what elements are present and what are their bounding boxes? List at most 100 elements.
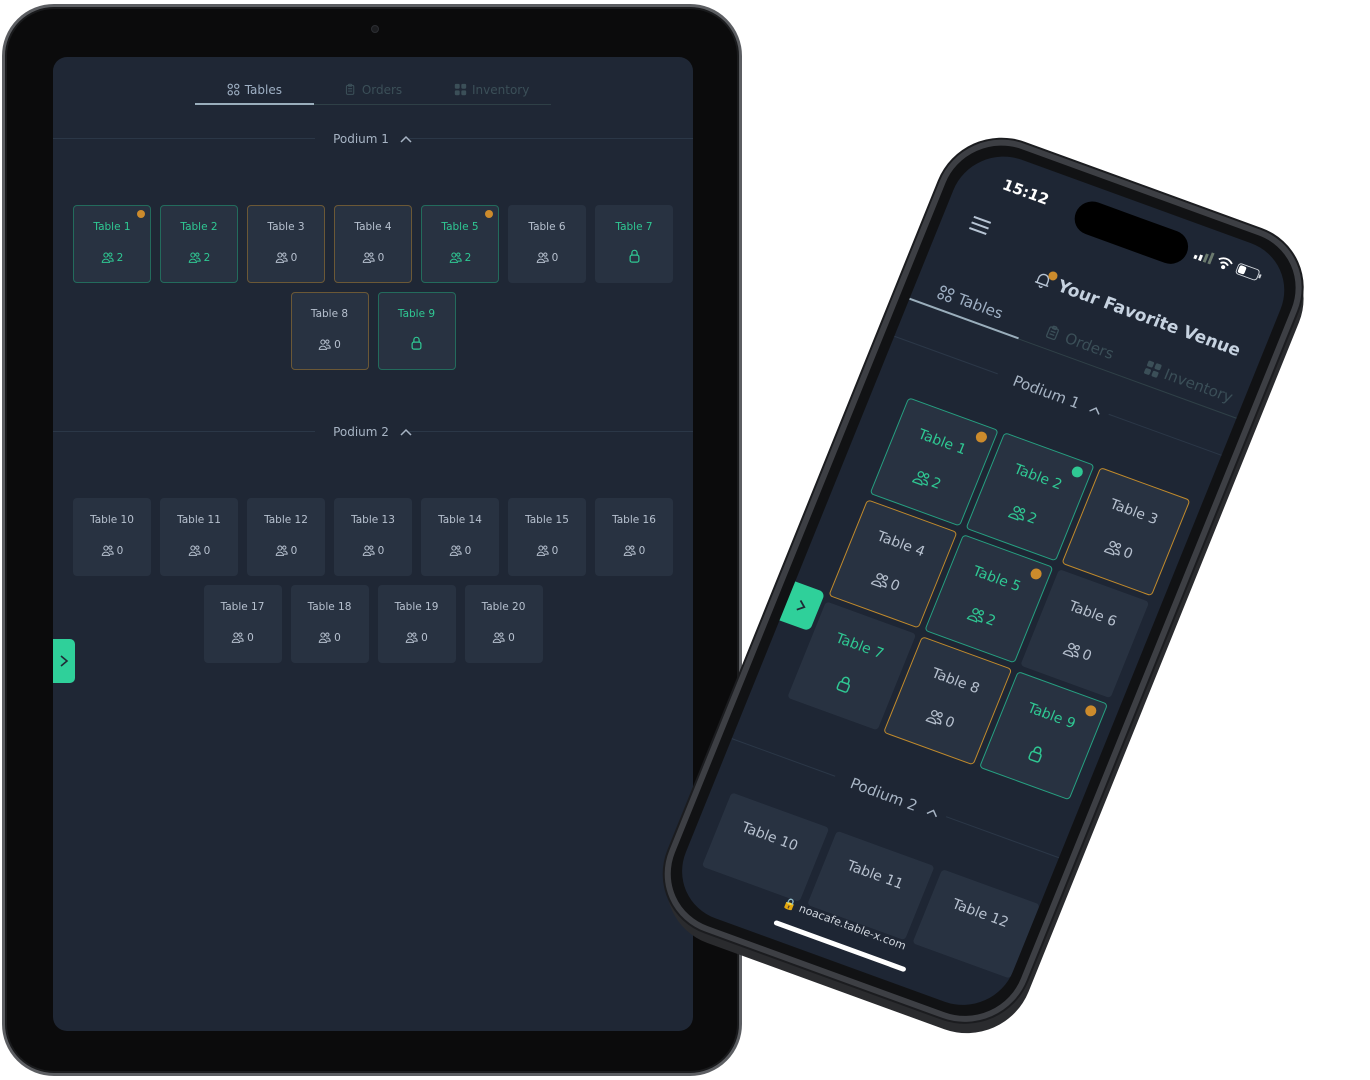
guest-count: 0 — [869, 569, 903, 595]
table-name: Table 11 — [844, 857, 906, 893]
guests-icon — [362, 545, 375, 556]
status-time: 15:12 — [999, 175, 1052, 209]
lock-icon — [629, 249, 639, 263]
notifications-button[interactable] — [1030, 268, 1059, 293]
table-card[interactable]: Table 18 0 — [290, 585, 369, 663]
table-card[interactable]: Table 2 2 — [160, 205, 238, 283]
guest-count-value: 2 — [983, 611, 999, 630]
tab-tables[interactable]: Tables — [195, 75, 314, 105]
chevron-up-icon[interactable] — [923, 803, 941, 821]
podium-label: Podium 1 — [333, 132, 389, 146]
guests-icon — [1007, 505, 1025, 521]
table-name: Table 11 — [177, 514, 221, 526]
signal-icon — [1193, 252, 1215, 265]
table-name: Table 4 — [874, 528, 928, 561]
table-card[interactable]: Table 1 2 — [73, 205, 151, 283]
guest-count-value: 2 — [116, 251, 124, 264]
table-card[interactable]: Table 11 0 — [160, 498, 238, 576]
guest-count-value: 0 — [377, 544, 385, 557]
table-card[interactable]: Table 8 0 — [290, 292, 369, 370]
chevron-up-icon[interactable] — [399, 132, 413, 146]
table-card[interactable]: Table 5 2 — [421, 205, 499, 283]
guest-count-value: 0 — [464, 544, 472, 557]
guest-count: 2 — [101, 251, 124, 264]
table-card[interactable]: Table 13 0 — [334, 498, 412, 576]
table-name: Table 5 — [970, 563, 1024, 596]
guests-icon — [405, 632, 418, 643]
tab-inventory[interactable]: Inventory — [432, 75, 551, 104]
guests-icon — [1062, 642, 1080, 658]
tab-bar: Tables Orders Inventory — [195, 75, 551, 105]
tab-label: Tables — [244, 82, 282, 97]
podium-2-row-2: Table 17 0 Table 18 0 Table 19 0 Table 20 0 — [53, 585, 693, 663]
guests-icon — [536, 545, 549, 556]
guest-count: 0 — [188, 544, 211, 557]
table-name: Table 6 — [528, 221, 566, 233]
table-card[interactable]: Table 17 0 — [203, 585, 282, 663]
table-name: Table 9 — [1025, 700, 1078, 733]
guest-count-value: 0 — [887, 576, 903, 595]
guest-count: 2 — [188, 251, 211, 264]
table-card[interactable]: Table 19 0 — [377, 585, 456, 663]
divider — [53, 138, 315, 139]
tables-grid-icon — [227, 83, 240, 96]
guests-icon — [231, 632, 244, 643]
inventory-grid-icon — [454, 83, 467, 96]
table-card[interactable]: Table 3 0 — [247, 205, 325, 283]
tab-orders[interactable]: Orders — [314, 75, 433, 104]
table-card[interactable]: Table 12 0 — [247, 498, 325, 576]
guest-count-value: 0 — [508, 631, 515, 644]
status-icons — [1193, 247, 1263, 282]
podium-2-row-1: Table 10 0 Table 11 0 Table 12 0 Table 13 0 Tabl… — [53, 498, 693, 576]
chevron-up-icon[interactable] — [399, 425, 413, 439]
guests-icon — [275, 252, 288, 263]
table-name: Table 18 — [307, 601, 352, 613]
table-name: Table 3 — [1107, 496, 1161, 529]
guest-count-value: 2 — [203, 251, 211, 264]
guests-icon — [623, 545, 636, 556]
guest-count-value: 0 — [203, 544, 211, 557]
table-card[interactable]: Table 9 — [377, 292, 456, 370]
divider — [1108, 413, 1222, 456]
guest-count: 0 — [318, 631, 341, 644]
sidebar-expand-button[interactable] — [53, 639, 75, 683]
table-card[interactable]: Table 14 0 — [421, 498, 499, 576]
podium-2-header: Podium 2 — [53, 422, 693, 442]
guest-count: 2 — [910, 467, 944, 493]
guests-icon — [449, 252, 462, 263]
table-name: Table 1 — [93, 221, 131, 233]
table-name: Table 15 — [525, 514, 569, 526]
table-card[interactable]: Table 6 0 — [508, 205, 586, 283]
table-name: Table 10 — [739, 819, 801, 855]
clipboard-icon — [345, 83, 355, 95]
tab-label: Inventory — [472, 82, 530, 97]
table-name: Table 1 — [915, 426, 969, 459]
table-card[interactable]: Table 15 0 — [508, 498, 586, 576]
phone-podium-1-grid: Table 1 2 Table 2 2 Table 3 0 Table 4 0 Table 5 2… — [787, 397, 1191, 801]
table-name: Table 2 — [180, 221, 218, 233]
table-name: Table 6 — [1066, 598, 1119, 631]
tab-tables[interactable]: Tables — [909, 266, 1031, 338]
table-name: Table 7 — [833, 630, 886, 663]
guest-count: 0 — [924, 706, 958, 732]
table-card[interactable]: Table 7 — [595, 205, 673, 283]
table-card[interactable]: Table 10 0 — [73, 498, 151, 576]
guest-count-value: 0 — [290, 544, 298, 557]
chevron-up-icon[interactable] — [1086, 401, 1104, 419]
table-card[interactable]: Table 20 0 — [464, 585, 543, 663]
table-name: Table 4 — [354, 221, 392, 233]
table-card[interactable]: Table 16 0 — [595, 498, 673, 576]
guests-icon — [492, 632, 505, 643]
battery-icon — [1235, 263, 1262, 281]
guests-icon — [870, 572, 888, 588]
guests-icon — [188, 545, 201, 556]
podium-label: Podium 1 — [1010, 371, 1083, 413]
guests-icon — [536, 252, 549, 263]
table-name: Table 13 — [351, 514, 395, 526]
guest-count: 2 — [965, 604, 999, 630]
dynamic-island — [1069, 196, 1194, 269]
table-card[interactable]: Table 4 0 — [334, 205, 412, 283]
guest-count: 0 — [231, 631, 254, 644]
menu-icon[interactable] — [968, 215, 993, 237]
table-name: Table 10 — [90, 514, 134, 526]
